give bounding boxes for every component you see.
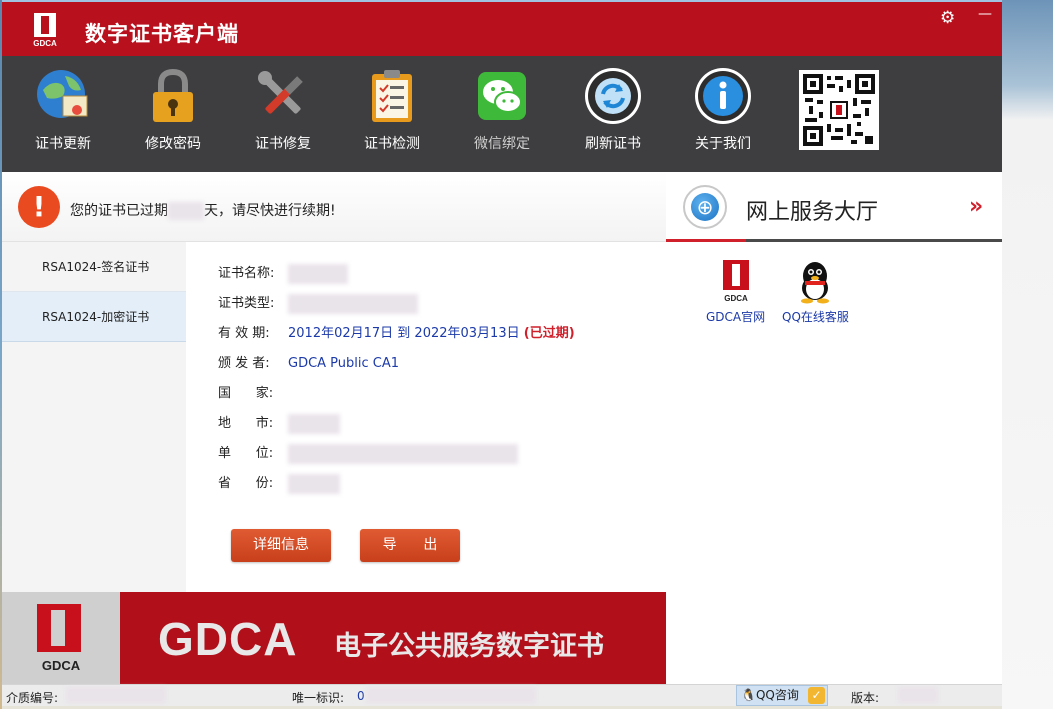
right-footer-blank xyxy=(666,592,1002,684)
check-icon: ✓ xyxy=(808,687,825,704)
qq-small-icon: 🐧 xyxy=(741,688,756,702)
minimize-icon[interactable]: — xyxy=(978,6,992,22)
tools-icon xyxy=(253,66,313,126)
wechat-icon xyxy=(472,66,532,126)
redacted-value xyxy=(288,293,418,314)
detail-row-province: 省 份: xyxy=(218,472,340,494)
type-label: 证书类型: xyxy=(218,296,275,311)
more-chevron-icon[interactable]: » xyxy=(969,194,983,219)
redacted-media-id xyxy=(66,687,166,703)
service-hall-title: 网上服务大厅 xyxy=(746,200,879,225)
issuer-value: GDCA Public CA1 xyxy=(288,356,400,371)
qq-consult-button[interactable]: 🐧QQ咨询 ✓ xyxy=(736,685,828,706)
media-id-label: 介质编号: xyxy=(6,691,59,705)
uid-label: 唯一标识: xyxy=(292,691,345,705)
qq-support-link[interactable]: QQ在线客服 xyxy=(782,260,849,325)
redacted-value xyxy=(288,473,340,494)
service-links: GDCA GDCA官网 QQ在线客服 xyxy=(666,242,1002,592)
gdca-logo-mark xyxy=(37,604,81,652)
name-label: 证书名称: xyxy=(218,266,275,281)
globe-icon: ⊕ xyxy=(683,185,727,229)
expired-tag: (已过期) xyxy=(523,326,575,341)
redacted-version xyxy=(898,687,938,703)
desktop-background-right xyxy=(1002,0,1053,709)
banner-logo-text: GDCA xyxy=(41,658,81,673)
version-label: 版本: xyxy=(851,691,880,705)
alert-message: 您的证书已过期 天，请尽快进行续期! xyxy=(70,200,336,220)
alert-prefix: 您的证书已过期 xyxy=(70,203,168,219)
app-logo-text: GDCA xyxy=(33,39,57,48)
gdca-logo-mark xyxy=(34,13,56,37)
redacted-value xyxy=(288,413,340,434)
footer-banner: GDCA GDCA 电子公共服务数字证书 xyxy=(2,592,666,684)
app-logo: GDCA xyxy=(33,13,57,49)
qq-consult-label: QQ咨询 xyxy=(755,688,799,702)
uid-value: 0 xyxy=(357,689,365,703)
gear-icon[interactable]: ⚙ xyxy=(940,8,955,28)
validity-label: 有 效 期: xyxy=(218,326,270,341)
qr-code-icon xyxy=(799,70,879,150)
detail-row-city: 地 市: xyxy=(218,412,340,434)
link-label: QQ在线客服 xyxy=(782,310,849,324)
warning-icon: ! xyxy=(18,186,60,228)
banner-brand: GDCA xyxy=(158,613,298,665)
detail-row-issuer: 颁 发 者: GDCA Public CA1 xyxy=(218,352,399,371)
cert-list: RSA1024-签名证书 RSA1024-加密证书 xyxy=(2,242,186,592)
toolbar-item-label: 修改密码 xyxy=(145,136,201,152)
banner-slogan: 电子公共服务数字证书 xyxy=(334,631,604,662)
app-window: GDCA 数字证书客户端 ⚙ — 证书更新 修改密码 证书修复 证书检测 微信绑… xyxy=(2,2,1002,706)
clipboard-check-icon xyxy=(362,66,422,126)
toolbar-cert-repair-button[interactable]: 证书修复 xyxy=(238,66,328,166)
svg-text:GDCA: GDCA xyxy=(724,294,748,303)
city-label: 地 市: xyxy=(218,416,274,431)
validity-value: 2012年02月17日 到 2022年03月13日 xyxy=(288,326,520,341)
province-label: 省 份: xyxy=(218,476,274,491)
redacted-value xyxy=(288,443,518,464)
toolbar-change-password-button[interactable]: 修改密码 xyxy=(128,66,218,166)
toolbar-about-button[interactable]: 关于我们 xyxy=(678,66,768,166)
gdca-logo-icon: GDCA xyxy=(721,260,751,304)
info-icon xyxy=(693,66,753,126)
link-label: GDCA官网 xyxy=(706,310,766,324)
redacted-days xyxy=(168,202,204,220)
toolbar-cert-check-button[interactable]: 证书检测 xyxy=(347,66,437,166)
toolbar-cert-update-button[interactable]: 证书更新 xyxy=(18,66,108,166)
detail-row-country: 国 家: xyxy=(218,382,288,401)
refresh-icon xyxy=(583,66,643,126)
expiry-alert: ! 您的证书已过期 天，请尽快进行续期! xyxy=(2,172,666,242)
detail-row-type: 证书类型: xyxy=(218,292,418,314)
title-bar: GDCA 数字证书客户端 ⚙ — xyxy=(2,2,1002,56)
toolbar-item-label: 证书更新 xyxy=(35,136,91,152)
toolbar-wechat-bind-button[interactable]: 微信绑定 xyxy=(457,66,547,166)
redacted-value xyxy=(288,263,348,284)
banner-logo: GDCA xyxy=(2,592,120,684)
redacted-uid xyxy=(366,687,536,703)
toolbar-refresh-cert-button[interactable]: 刷新证书 xyxy=(568,66,658,166)
certificate-update-icon xyxy=(33,66,93,126)
service-hall-header: ⊕ 网上服务大厅 » xyxy=(666,172,1002,242)
toolbar-item-label: 刷新证书 xyxy=(585,136,641,152)
toolbar-item-label: 证书检测 xyxy=(364,136,420,152)
issuer-label: 颁 发 者: xyxy=(218,356,270,371)
detail-row-validity: 有 效 期: 2012年02月17日 到 2022年03月13日 (已过期) xyxy=(218,322,575,341)
qq-penguin-icon xyxy=(795,260,835,304)
toolbar-item-label: 证书修复 xyxy=(255,136,311,152)
details-button[interactable]: 详细信息 xyxy=(231,529,331,562)
toolbar: 证书更新 修改密码 证书修复 证书检测 微信绑定 刷新证书 关于我们 xyxy=(2,56,1002,172)
status-bar: 介质编号: 唯一标识: 0 🐧QQ咨询 ✓ 版本: xyxy=(2,684,1002,706)
toolbar-item-label: 微信绑定 xyxy=(474,136,530,152)
org-label: 单 位: xyxy=(218,446,274,461)
detail-row-name: 证书名称: xyxy=(218,262,348,284)
app-title: 数字证书客户端 xyxy=(85,22,239,46)
detail-row-org: 单 位: xyxy=(218,442,518,464)
cert-detail-panel: 证书名称: 证书类型: 有 效 期: 2012年02月17日 到 2022年03月… xyxy=(186,242,666,592)
padlock-icon xyxy=(143,66,203,126)
toolbar-item-label: 关于我们 xyxy=(695,136,751,152)
country-label: 国 家: xyxy=(218,386,274,401)
gdca-website-link[interactable]: GDCA GDCA官网 xyxy=(706,260,765,325)
cert-list-item-sign[interactable]: RSA1024-签名证书 xyxy=(2,242,186,292)
alert-suffix: 天，请尽快进行续期! xyxy=(204,203,336,219)
export-button[interactable]: 导 出 xyxy=(360,529,460,562)
cert-list-item-encrypt[interactable]: RSA1024-加密证书 xyxy=(2,292,186,342)
